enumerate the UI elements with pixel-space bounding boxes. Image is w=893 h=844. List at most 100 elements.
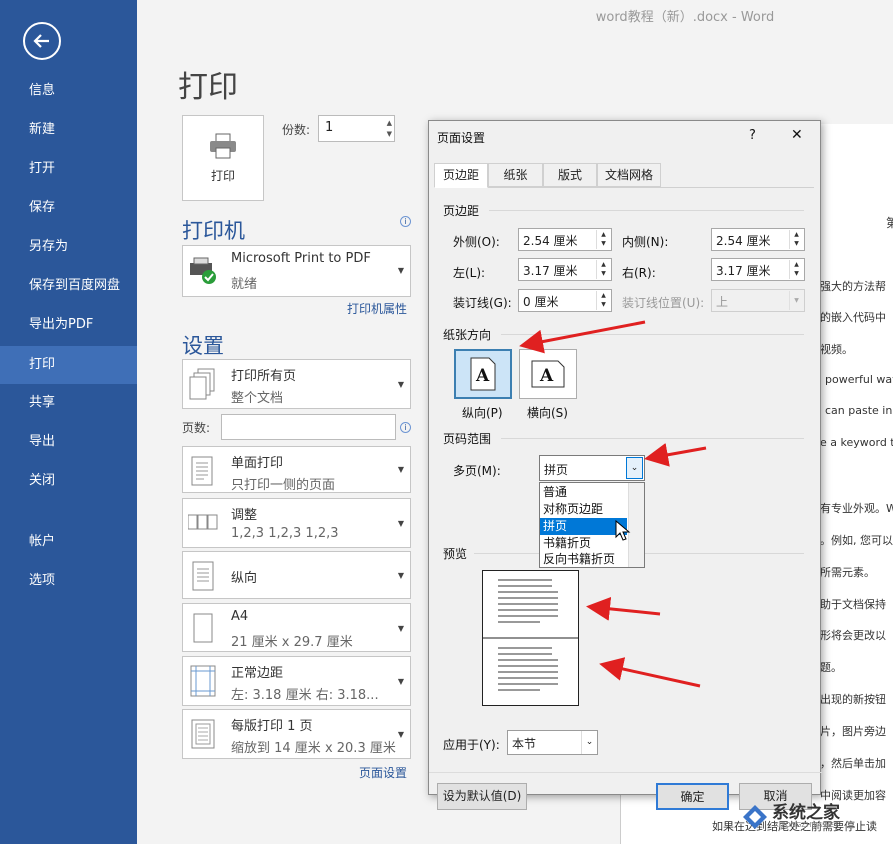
margins-icon	[190, 665, 216, 697]
right-label: 右(R):	[622, 266, 656, 280]
copies-input[interactable]: 1 ▲ ▼	[318, 115, 395, 142]
orientation-select[interactable]: 纵向 ▼	[182, 551, 411, 599]
print-range-select[interactable]: 打印所有页 整个文档 ▼	[182, 359, 411, 409]
outside-label: 外侧(O):	[453, 235, 500, 249]
sidebar-item-open[interactable]: 打开	[0, 150, 137, 188]
doc-line: 形将会更改以	[820, 629, 886, 642]
landscape-page-icon: A	[531, 360, 565, 388]
mouse-cursor-icon	[615, 520, 631, 541]
tab-document-grid[interactable]: 文档网格	[597, 163, 661, 187]
spin-icon[interactable]: ▲ ▼	[596, 291, 610, 310]
chevron-down-icon: ⌄	[581, 731, 597, 754]
backstage-sidebar: 信息 新建 打开 保存 另存为 保存到百度网盘 导出为PDF 打印 共享 导出 …	[0, 0, 137, 844]
collate-select[interactable]: 调整 1,2,3 1,2,3 1,2,3 ▼	[182, 498, 411, 548]
portrait-label: 纵向(P)	[462, 406, 503, 420]
printer-info-icon[interactable]: i	[400, 216, 411, 227]
copies-down-icon[interactable]: ▼	[387, 130, 392, 139]
spin-icon[interactable]: ▲ ▼	[789, 260, 803, 279]
portrait-icon	[192, 561, 214, 591]
tab-margins[interactable]: 页边距	[434, 163, 488, 188]
inside-margin-input[interactable]: 2.54 厘米 ▲ ▼	[711, 228, 805, 251]
spin-icon[interactable]: ▲ ▼	[596, 230, 610, 249]
print-button[interactable]: 打印	[182, 115, 264, 201]
sidebar-item-export-pdf[interactable]: 导出为PDF	[0, 306, 137, 344]
sidebar-item-new[interactable]: 新建	[0, 111, 137, 149]
pages-per-sheet-title: 每版打印 1 页	[231, 719, 313, 734]
sides-subtitle: 只打印一侧的页面	[231, 478, 336, 493]
chevron-down-icon: ▼	[397, 624, 404, 633]
left-margin-value: 3.17 厘米	[523, 264, 578, 278]
sides-select[interactable]: 单面打印 只打印一侧的页面 ▼	[182, 446, 411, 493]
pages-per-sheet-select[interactable]: 每版打印 1 页 缩放到 14 厘米 x 20.3 厘米 ▼	[182, 709, 411, 759]
chevron-down-icon: ▼	[397, 465, 404, 474]
doc-line: powerful way	[825, 373, 893, 386]
multiple-pages-value: 拼页	[544, 463, 569, 477]
chevron-down-icon: ▼	[397, 571, 404, 580]
doc-line: 的嵌入代码中	[820, 311, 886, 324]
outside-margin-value: 2.54 厘米	[523, 234, 578, 248]
sidebar-item-options[interactable]: 选项	[0, 562, 137, 600]
pages-icon	[189, 368, 215, 400]
right-margin-value: 3.17 厘米	[716, 264, 771, 278]
printer-select[interactable]: Microsoft Print to PDF 就绪 ▼	[182, 245, 411, 297]
sidebar-item-save-as[interactable]: 另存为	[0, 228, 137, 266]
back-button[interactable]	[23, 22, 61, 60]
apply-to-select[interactable]: 本节 ⌄	[507, 730, 598, 755]
doc-line: 视频。	[820, 343, 853, 356]
window-title: word教程（新）.docx - Word	[595, 10, 775, 25]
page-setup-link[interactable]: 页面设置	[359, 764, 407, 781]
chevron-down-icon: ▼	[397, 730, 404, 739]
sidebar-item-save[interactable]: 保存	[0, 189, 137, 227]
sidebar-item-info[interactable]: 信息	[0, 72, 137, 110]
portrait-option[interactable]: A	[454, 349, 512, 399]
gutter-value: 0 厘米	[523, 295, 559, 309]
gutter-input[interactable]: 0 厘米 ▲ ▼	[518, 289, 612, 312]
pages-input[interactable]	[221, 414, 396, 440]
watermark-logo-icon	[743, 805, 767, 829]
close-icon[interactable]: ✕	[791, 127, 803, 143]
spin-icon[interactable]: ▲ ▼	[789, 230, 803, 249]
chevron-down-icon[interactable]: ⌄	[626, 457, 643, 479]
orientation-group-title: 纸张方向	[443, 326, 496, 343]
doc-line: 助于文档保持	[820, 598, 886, 611]
watermark-text: 系统之家	[772, 803, 840, 823]
tab-paper[interactable]: 纸张	[488, 163, 543, 187]
sidebar-item-print[interactable]: 打印	[0, 346, 137, 384]
margins-select[interactable]: 正常边距 左: 3.18 厘米 右: 3.18... ▼	[182, 656, 411, 706]
copies-up-icon[interactable]: ▲	[387, 119, 392, 128]
help-icon[interactable]: ?	[749, 128, 756, 143]
doc-line: 出现的新按钮	[820, 693, 886, 706]
sidebar-item-export[interactable]: 导出	[0, 423, 137, 461]
sidebar-item-save-to-baidu[interactable]: 保存到百度网盘	[0, 267, 137, 305]
collate-icon	[188, 514, 218, 530]
sidebar-item-account[interactable]: 帐户	[0, 523, 137, 561]
sidebar-item-share[interactable]: 共享	[0, 384, 137, 422]
margins-subtitle: 左: 3.18 厘米 右: 3.18...	[231, 688, 379, 703]
page-setup-dialog: 页面设置 ? ✕ 页边距 纸张 版式 文档网格 页边距 外侧(O): 2.54 …	[428, 120, 822, 810]
pages-per-sheet-icon	[191, 719, 215, 749]
collate-subtitle: 1,2,3 1,2,3 1,2,3	[231, 526, 339, 541]
left-margin-input[interactable]: 3.17 厘米 ▲ ▼	[518, 258, 612, 281]
printer-properties-link[interactable]: 打印机属性	[347, 300, 407, 317]
paper-size-select[interactable]: A4 21 厘米 x 29.7 厘米 ▼	[182, 603, 411, 652]
print-button-label: 打印	[210, 168, 235, 183]
option-two-pages-per-sheet[interactable]: 拼页	[540, 518, 627, 535]
portrait-page-icon: A	[470, 357, 496, 391]
paper-size-subtitle: 21 厘米 x 29.7 厘米	[231, 635, 353, 650]
doc-line: 片，图片旁边	[820, 725, 886, 738]
tab-layout[interactable]: 版式	[543, 163, 597, 187]
ok-button[interactable]: 确定	[656, 783, 729, 810]
doc-line: 。例如, 您可以	[820, 534, 893, 547]
set-default-button[interactable]: 设为默认值(D)	[437, 783, 527, 810]
page-title: 打印	[178, 70, 238, 105]
landscape-option[interactable]: A	[519, 349, 577, 399]
outside-margin-input[interactable]: 2.54 厘米 ▲ ▼	[518, 228, 612, 251]
copies-value: 1	[325, 120, 334, 135]
gutter-position-select: 上 ▼	[711, 289, 805, 312]
multiple-pages-label: 多页(M):	[453, 464, 501, 478]
spin-icon[interactable]: ▲ ▼	[596, 260, 610, 279]
right-margin-input[interactable]: 3.17 厘米 ▲ ▼	[711, 258, 805, 281]
sidebar-item-close[interactable]: 关闭	[0, 462, 137, 500]
pages-info-icon[interactable]: i	[400, 422, 411, 433]
multiple-pages-select[interactable]: 拼页 ⌄	[539, 455, 645, 481]
